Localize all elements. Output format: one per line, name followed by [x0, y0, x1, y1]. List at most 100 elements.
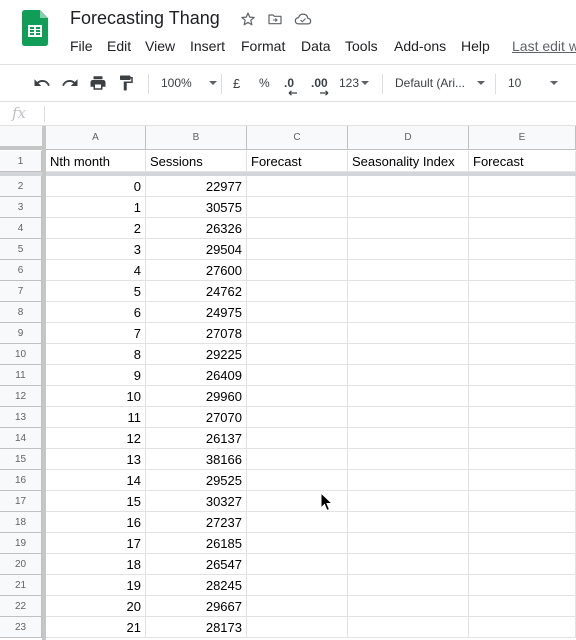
row-header[interactable]: 20 [0, 554, 42, 575]
cell-seasonality-index[interactable] [348, 554, 469, 575]
cell-nth-month[interactable]: 3 [46, 239, 146, 260]
row-header[interactable]: 12 [0, 386, 42, 407]
cell-forecast[interactable] [247, 239, 348, 260]
menu-file[interactable]: File [70, 38, 93, 54]
menu-add-ons[interactable]: Add-ons [394, 38, 446, 54]
cell-nth-month[interactable]: 2 [46, 218, 146, 239]
cell-sessions[interactable]: 26185 [146, 533, 247, 554]
cell-forecast[interactable] [247, 470, 348, 491]
cell-forecast[interactable] [247, 176, 348, 197]
cell-forecast-2[interactable] [469, 344, 576, 365]
cell-nth-month[interactable]: 12 [46, 428, 146, 449]
row-header[interactable]: 10 [0, 344, 42, 365]
cell-sessions[interactable]: 24975 [146, 302, 247, 323]
cell-forecast[interactable] [247, 554, 348, 575]
cell-seasonality-index[interactable] [348, 470, 469, 491]
cell-forecast[interactable] [247, 575, 348, 596]
move-to-folder-icon[interactable] [267, 11, 283, 27]
cell-seasonality-index[interactable] [348, 512, 469, 533]
header-cell-seasonality-index[interactable]: Seasonality Index [348, 151, 469, 172]
percent-format-button[interactable]: % [259, 65, 270, 101]
cell-seasonality-index[interactable] [348, 596, 469, 617]
cell-sessions[interactable]: 29225 [146, 344, 247, 365]
cell-forecast[interactable] [247, 281, 348, 302]
column-header-d[interactable]: D [348, 126, 469, 150]
cell-sessions[interactable]: 27600 [146, 260, 247, 281]
cell-sessions[interactable]: 30327 [146, 491, 247, 512]
cell-seasonality-index[interactable] [348, 386, 469, 407]
header-cell-forecast[interactable]: Forecast [247, 151, 348, 172]
cell-seasonality-index[interactable] [348, 176, 469, 197]
cell-nth-month[interactable]: 1 [46, 197, 146, 218]
cell-seasonality-index[interactable] [348, 449, 469, 470]
cell-seasonality-index[interactable] [348, 239, 469, 260]
menu-help[interactable]: Help [461, 38, 490, 54]
cell-seasonality-index[interactable] [348, 428, 469, 449]
cell-seasonality-index[interactable] [348, 533, 469, 554]
cell-forecast-2[interactable] [469, 302, 576, 323]
cell-sessions[interactable]: 27078 [146, 323, 247, 344]
column-header-b[interactable]: B [146, 126, 247, 150]
formula-input[interactable] [50, 105, 570, 123]
cell-nth-month[interactable]: 11 [46, 407, 146, 428]
cell-sessions[interactable]: 28173 [146, 617, 247, 638]
cell-seasonality-index[interactable] [348, 344, 469, 365]
row-header[interactable]: 11 [0, 365, 42, 386]
cell-forecast[interactable] [247, 428, 348, 449]
cell-forecast-2[interactable] [469, 533, 576, 554]
column-header-c[interactable]: C [247, 126, 348, 150]
cell-nth-month[interactable]: 19 [46, 575, 146, 596]
cell-seasonality-index[interactable] [348, 197, 469, 218]
cell-forecast-2[interactable] [469, 239, 576, 260]
cell-seasonality-index[interactable] [348, 407, 469, 428]
row-header[interactable]: 21 [0, 575, 42, 596]
cell-sessions[interactable]: 26547 [146, 554, 247, 575]
cell-nth-month[interactable]: 9 [46, 365, 146, 386]
cell-sessions[interactable]: 30575 [146, 197, 247, 218]
cell-forecast[interactable] [247, 596, 348, 617]
cell-forecast[interactable] [247, 302, 348, 323]
cell-forecast-2[interactable] [469, 365, 576, 386]
cell-sessions[interactable]: 26326 [146, 218, 247, 239]
cell-sessions[interactable]: 27070 [146, 407, 247, 428]
menu-data[interactable]: Data [301, 38, 331, 54]
redo-button[interactable] [61, 65, 79, 101]
row-header[interactable]: 19 [0, 533, 42, 554]
cell-forecast-2[interactable] [469, 617, 576, 638]
cell-forecast[interactable] [247, 386, 348, 407]
row-header[interactable]: 2 [0, 176, 42, 197]
cell-forecast[interactable] [247, 449, 348, 470]
cell-sessions[interactable]: 29525 [146, 470, 247, 491]
row-header[interactable]: 16 [0, 470, 42, 491]
document-title[interactable]: Forecasting Thang [70, 8, 220, 29]
cell-forecast-2[interactable] [469, 491, 576, 512]
row-header[interactable]: 1 [0, 151, 42, 172]
cell-forecast-2[interactable] [469, 407, 576, 428]
paint-format-button[interactable] [117, 65, 135, 101]
cell-sessions[interactable]: 29960 [146, 386, 247, 407]
cell-nth-month[interactable]: 20 [46, 596, 146, 617]
header-cell-forecast-2[interactable]: Forecast [469, 151, 576, 172]
cell-forecast-2[interactable] [469, 386, 576, 407]
cell-nth-month[interactable]: 7 [46, 323, 146, 344]
cell-forecast[interactable] [247, 533, 348, 554]
menu-view[interactable]: View [145, 38, 175, 54]
cell-forecast[interactable] [247, 218, 348, 239]
cell-forecast-2[interactable] [469, 176, 576, 197]
menu-format[interactable]: Format [241, 38, 285, 54]
print-button[interactable] [89, 65, 107, 101]
cell-sessions[interactable]: 22977 [146, 176, 247, 197]
cell-sessions[interactable]: 26137 [146, 428, 247, 449]
cell-sessions[interactable]: 29667 [146, 596, 247, 617]
row-header[interactable]: 4 [0, 218, 42, 239]
increase-decimals-button[interactable]: .00 [311, 65, 329, 101]
cell-forecast-2[interactable] [469, 428, 576, 449]
currency-format-button[interactable]: £ [233, 65, 240, 101]
cell-forecast[interactable] [247, 323, 348, 344]
cell-sessions[interactable]: 29504 [146, 239, 247, 260]
row-header[interactable]: 6 [0, 260, 42, 281]
cell-nth-month[interactable]: 10 [46, 386, 146, 407]
last-edit-link[interactable]: Last edit w [512, 38, 576, 54]
cell-forecast-2[interactable] [469, 218, 576, 239]
row-header[interactable]: 18 [0, 512, 42, 533]
